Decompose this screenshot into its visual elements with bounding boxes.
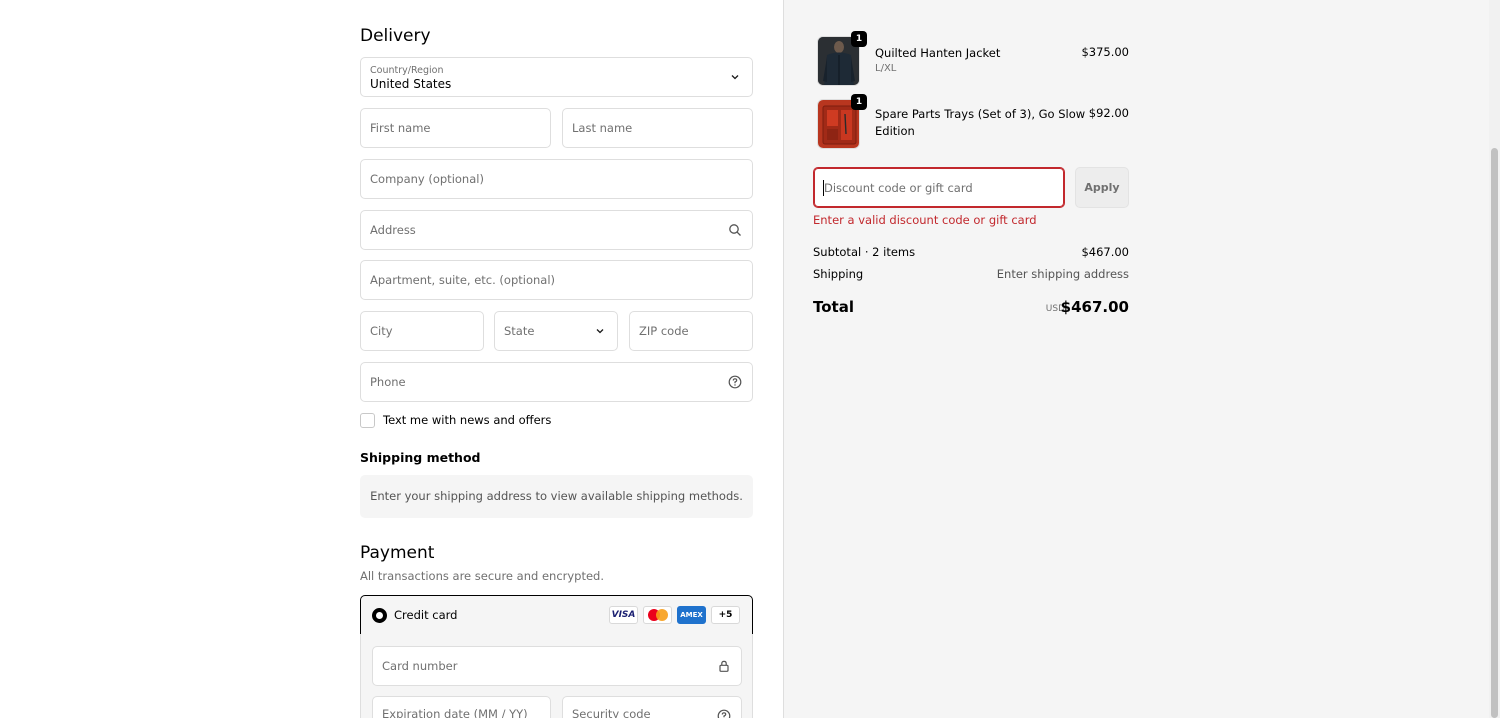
company-placeholder: Company (optional) — [370, 172, 484, 186]
shipping-message: Enter your shipping address to view avai… — [370, 489, 743, 503]
security-code-placeholder: Security code — [572, 707, 651, 718]
help-icon[interactable] — [717, 709, 731, 718]
item-name-trays-line2: Edition — [875, 124, 915, 138]
last-name-placeholder: Last name — [572, 121, 633, 135]
sms-optin-label: Text me with news and offers — [383, 413, 552, 427]
address-field[interactable]: Address — [360, 210, 753, 250]
item-variant-jacket: L/XL — [875, 63, 897, 74]
delivery-heading: Delivery — [360, 26, 431, 46]
zip-field[interactable]: ZIP code — [629, 311, 753, 351]
zip-placeholder: ZIP code — [639, 324, 689, 338]
chevron-down-icon — [731, 75, 739, 80]
card-logos: VISA AMEX +5 — [609, 606, 740, 624]
discount-code-input[interactable]: Discount code or gift card — [813, 167, 1065, 208]
quantity-badge: 1 — [851, 31, 867, 47]
apply-discount-button[interactable]: Apply — [1075, 167, 1129, 208]
country-label: Country/Region — [370, 65, 444, 76]
text-caret — [823, 180, 824, 196]
card-number-placeholder: Card number — [382, 659, 458, 673]
credit-card-label: Credit card — [394, 608, 458, 622]
total-row: Total USD $467.00 — [813, 298, 1129, 316]
subtotal-value: $467.00 — [1081, 245, 1129, 259]
country-value: United States — [370, 77, 452, 91]
credit-card-radio[interactable] — [372, 608, 387, 623]
shipping-row: Shipping Enter shipping address — [813, 267, 1129, 281]
subtotal-label: Subtotal · 2 items — [813, 245, 916, 259]
subtotal-row: Subtotal · 2 items $467.00 — [813, 245, 1129, 259]
state-select[interactable]: State — [494, 311, 618, 351]
security-code-field[interactable]: Security code — [562, 696, 742, 718]
apartment-placeholder: Apartment, suite, etc. (optional) — [370, 273, 556, 287]
payment-heading: Payment — [360, 543, 435, 563]
last-name-field[interactable]: Last name — [562, 108, 753, 148]
chevron-down-icon — [596, 329, 604, 334]
sms-optin-checkbox[interactable] — [360, 413, 375, 428]
page-scrollbar[interactable] — [1489, 0, 1500, 718]
amex-icon: AMEX — [677, 606, 706, 624]
state-placeholder: State — [504, 324, 535, 338]
country-select[interactable]: Country/Region United States — [360, 57, 753, 97]
mastercard-icon — [643, 606, 672, 624]
discount-error-message: Enter a valid discount code or gift card — [813, 213, 1037, 227]
credit-card-option[interactable]: Credit card VISA AMEX +5 — [360, 595, 753, 635]
shipping-value: Enter shipping address — [996, 267, 1129, 281]
total-label: Total — [813, 298, 854, 316]
item-price-jacket: $375.00 — [1081, 45, 1129, 59]
shipping-label: Shipping — [813, 267, 864, 281]
phone-placeholder: Phone — [370, 375, 406, 389]
search-icon — [729, 224, 741, 236]
first-name-placeholder: First name — [370, 121, 431, 135]
shipping-method-heading: Shipping method — [360, 450, 481, 465]
total-value: $467.00 — [1060, 298, 1129, 316]
help-icon[interactable] — [728, 375, 742, 389]
more-cards-badge: +5 — [711, 606, 740, 624]
expiry-placeholder: Expiration date (MM / YY) — [382, 707, 528, 718]
address-placeholder: Address — [370, 223, 416, 237]
lock-icon — [719, 660, 729, 672]
visa-icon: VISA — [609, 606, 638, 624]
scrollbar-thumb[interactable] — [1491, 148, 1498, 718]
item-name-jacket: Quilted Hanten Jacket — [875, 46, 1001, 60]
shipping-methods-placeholder: Enter your shipping address to view avai… — [360, 475, 753, 518]
city-field[interactable]: City — [360, 311, 484, 351]
item-price-trays: $92.00 — [1088, 106, 1129, 120]
item-name-trays-line1: Spare Parts Trays (Set of 3), Go Slow — [875, 107, 1086, 121]
payment-subtitle: All transactions are secure and encrypte… — [360, 569, 605, 583]
discount-placeholder: Discount code or gift card — [824, 181, 973, 195]
card-number-field[interactable]: Card number — [372, 646, 742, 686]
company-field[interactable]: Company (optional) — [360, 159, 753, 199]
apartment-field[interactable]: Apartment, suite, etc. (optional) — [360, 260, 753, 300]
first-name-field[interactable]: First name — [360, 108, 551, 148]
phone-field[interactable]: Phone — [360, 362, 753, 402]
city-placeholder: City — [370, 324, 393, 338]
quantity-badge: 1 — [851, 94, 867, 110]
expiry-field[interactable]: Expiration date (MM / YY) — [372, 696, 551, 718]
